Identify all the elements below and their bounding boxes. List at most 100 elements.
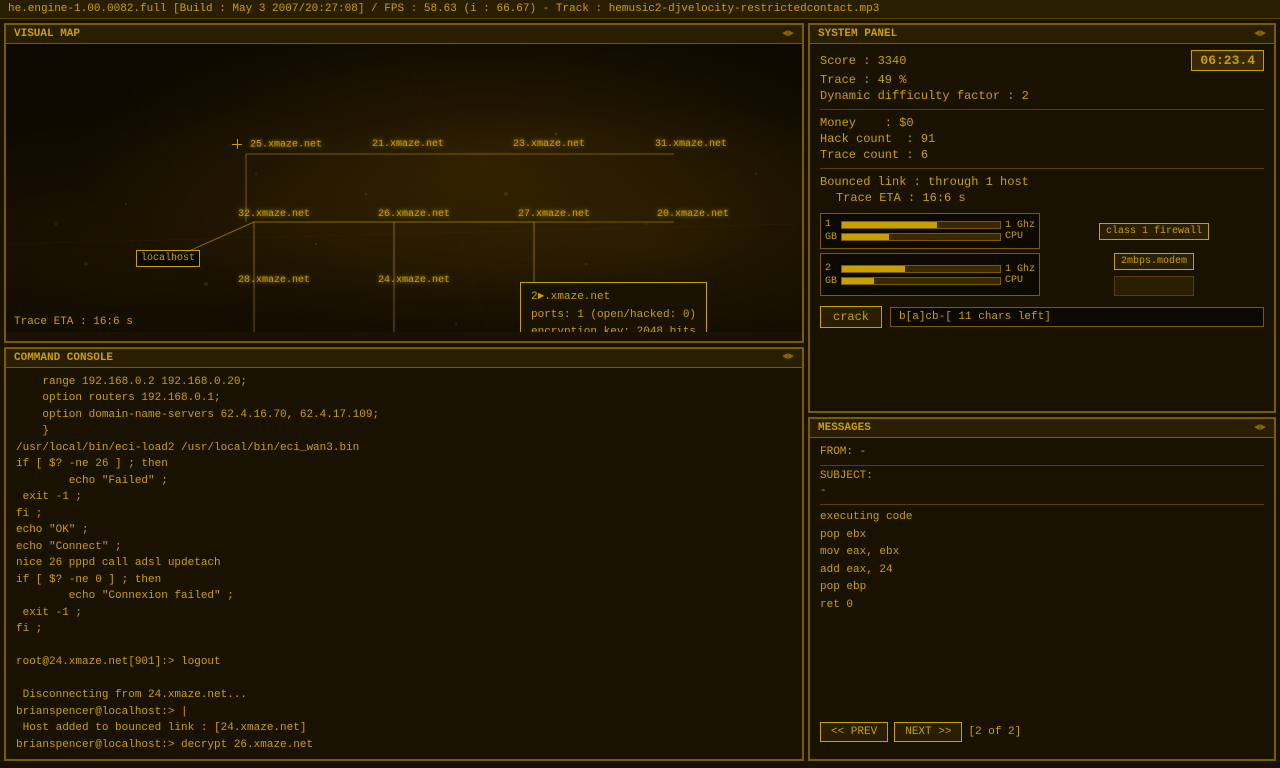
console-line: option domain-name-servers 62.4.16.70, 6… xyxy=(16,407,792,424)
crack-row: crack xyxy=(820,306,1264,328)
node-28[interactable]: 28.xmaze.net xyxy=(238,275,310,286)
subject-field: SUBJECT: xyxy=(820,470,1264,482)
console-line: range 192.168.0.2 192.168.0.20; xyxy=(16,374,792,391)
node-24[interactable]: 24.xmaze.net xyxy=(378,275,450,286)
system-panel: SYSTEM PANEL ◄► Score : 3340 06:23.4 Tra… xyxy=(808,23,1276,413)
tooltip-encryption: encryption key: 2048 bits xyxy=(531,324,696,331)
console-line: nice 26 pppd call adsl updetach xyxy=(16,555,792,572)
msg-line: ret 0 xyxy=(820,597,1264,615)
trace-eta-sys: Trace ETA : 16:6 s xyxy=(836,191,966,205)
console-line: brianspencer@localhost:> | xyxy=(16,704,792,721)
visual-map-panel: VISUAL MAP ◄► xyxy=(4,23,804,343)
score-value: 3340 xyxy=(878,54,907,68)
messages-footer: << PREV NEXT >> [2 of 2] xyxy=(820,722,1264,742)
console-line: echo "Connect" ; xyxy=(16,539,792,556)
from-label: FROM: xyxy=(820,446,853,458)
next-button[interactable]: NEXT >> xyxy=(894,722,962,742)
hardware-grid: 1GB 1 GhzCPU xyxy=(820,213,1264,296)
system-content: Score : 3340 06:23.4 Trace : 49 % Dynami… xyxy=(810,44,1274,334)
command-console-panel: COMMAND CONSOLE ◄► range 192.168.0.2 192… xyxy=(4,347,804,762)
console-line: Disconnecting from 24.xmaze.net... xyxy=(16,687,792,704)
console-line: echo "Failed" ; xyxy=(16,473,792,490)
money-value: $0 xyxy=(899,116,913,130)
console-line: exit -1 ; xyxy=(16,489,792,506)
from-value: - xyxy=(860,446,867,458)
console-line xyxy=(16,671,792,688)
page-info: [2 of 2] xyxy=(968,726,1021,738)
console-line: Host added to bounced link : [24.xmaze.n… xyxy=(16,720,792,737)
node-25[interactable]: 25.xmaze.net xyxy=(232,139,322,151)
node-tooltip: 2►.xmaze.net ports: 1 (open/hacked: 0) e… xyxy=(520,282,707,332)
hw-slot-1: 1GB 1 GhzCPU xyxy=(820,213,1040,249)
localhost-label: localhost xyxy=(141,253,195,264)
subject-label: SUBJECT: xyxy=(820,470,873,482)
console-line: } xyxy=(16,423,792,440)
console-line: if [ $? -ne 26 ] ; then xyxy=(16,456,792,473)
msg-line: pop ebp xyxy=(820,579,1264,597)
node-31[interactable]: 31.xmaze.net xyxy=(655,139,727,150)
hw-ram-2: 2GB xyxy=(825,262,837,288)
node-25-label: 25.xmaze.net xyxy=(250,140,322,151)
messages-title: MESSAGES xyxy=(818,422,871,434)
subject-value: - xyxy=(820,485,1264,497)
console-line: if [ $? -ne 0 ] ; then xyxy=(16,572,792,589)
msg-line: mov eax, ebx xyxy=(820,544,1264,562)
system-panel-header: SYSTEM PANEL ◄► xyxy=(810,25,1274,44)
trace-count-label: Trace count : 6 xyxy=(820,148,928,162)
timer-display: 06:23.4 xyxy=(1191,50,1264,71)
money-label: Money : $0 xyxy=(820,116,914,130)
tooltip-ports: ports: 1 (open/hacked: 0) xyxy=(531,307,696,325)
hw-slot-2-name: 2mbps.modem xyxy=(1114,253,1194,270)
hw-cpu-1: 1 GhzCPU xyxy=(1005,220,1035,242)
hack-count-value: 91 xyxy=(921,132,935,146)
hw-cpu-2: 1 GhzCPU xyxy=(1005,264,1035,286)
map-canvas[interactable]: localhost 25.xmaze.net 21.xmaze.net 23.x… xyxy=(6,44,802,332)
hw-slot-2: 2GB 1 GhzCPU xyxy=(820,253,1040,296)
console-line: fi ; xyxy=(16,506,792,523)
node-32[interactable]: 32.xmaze.net xyxy=(238,209,310,220)
hw-bar-2 xyxy=(841,265,1001,273)
hack-count-label: Hack count : 91 xyxy=(820,132,935,146)
console-corner: ◄► xyxy=(782,352,794,363)
hw-bar-1b xyxy=(841,233,1001,241)
visual-map-corner: ◄► xyxy=(782,29,794,40)
visual-map-title: VISUAL MAP xyxy=(14,28,80,40)
node-27[interactable]: 27.xmaze.net xyxy=(518,209,590,220)
title-bar: he.engine-1.00.0082.full [Build : May 3 … xyxy=(0,0,1280,19)
map-trace-eta: Trace ETA : 16:6 s xyxy=(14,316,133,328)
console-line: fi ; xyxy=(16,621,792,638)
hw-slot-1-name-container: class 1 firewall xyxy=(1044,213,1264,249)
console-line: brianspencer@localhost:> decrypt 26.xmaz… xyxy=(16,737,792,751)
crack-button[interactable]: crack xyxy=(820,306,882,328)
msg-line: pop ebx xyxy=(820,527,1264,545)
node-23[interactable]: 23.xmaze.net xyxy=(513,139,585,150)
prev-button[interactable]: << PREV xyxy=(820,722,888,742)
console-line: echo "Connexion failed" ; xyxy=(16,588,792,605)
console-line xyxy=(16,638,792,655)
score-label: Score : 3340 xyxy=(820,54,906,68)
crack-input[interactable] xyxy=(890,307,1264,327)
messages-content: FROM: - SUBJECT: - executing code pop eb… xyxy=(810,438,1274,750)
from-field: FROM: - xyxy=(820,446,1264,458)
difficulty-text: Dynamic difficulty factor : 2 xyxy=(820,89,1029,103)
hw-slot-1-name: class 1 firewall xyxy=(1099,223,1209,240)
node-20[interactable]: 20.xmaze.net xyxy=(657,209,729,220)
system-panel-title: SYSTEM PANEL xyxy=(818,28,897,40)
trace-text: Trace : 49 % xyxy=(820,73,906,87)
localhost-node[interactable]: localhost xyxy=(136,250,200,267)
hw-bar-1 xyxy=(841,221,1001,229)
messages-panel: MESSAGES ◄► FROM: - SUBJECT: - executing… xyxy=(808,417,1276,761)
message-body: executing code pop ebx mov eax, ebx add … xyxy=(820,509,1264,718)
console-line: option routers 192.168.0.1; xyxy=(16,390,792,407)
node-26[interactable]: 26.xmaze.net xyxy=(378,209,450,220)
messages-corner: ◄► xyxy=(1254,423,1266,434)
messages-header: MESSAGES ◄► xyxy=(810,419,1274,438)
console-content[interactable]: range 192.168.0.2 192.168.0.20; option r… xyxy=(6,368,802,751)
visual-map-header: VISUAL MAP ◄► xyxy=(6,25,802,44)
bounced-link: Bounced link : through 1 host xyxy=(820,175,1029,189)
sys-corner: ◄► xyxy=(1254,29,1266,40)
node-21[interactable]: 21.xmaze.net xyxy=(372,139,444,150)
console-line: root@24.xmaze.net[901]:> logout xyxy=(16,654,792,671)
console-line: exit -1 ; xyxy=(16,605,792,622)
title-text: he.engine-1.00.0082.full [Build : May 3 … xyxy=(8,3,879,15)
